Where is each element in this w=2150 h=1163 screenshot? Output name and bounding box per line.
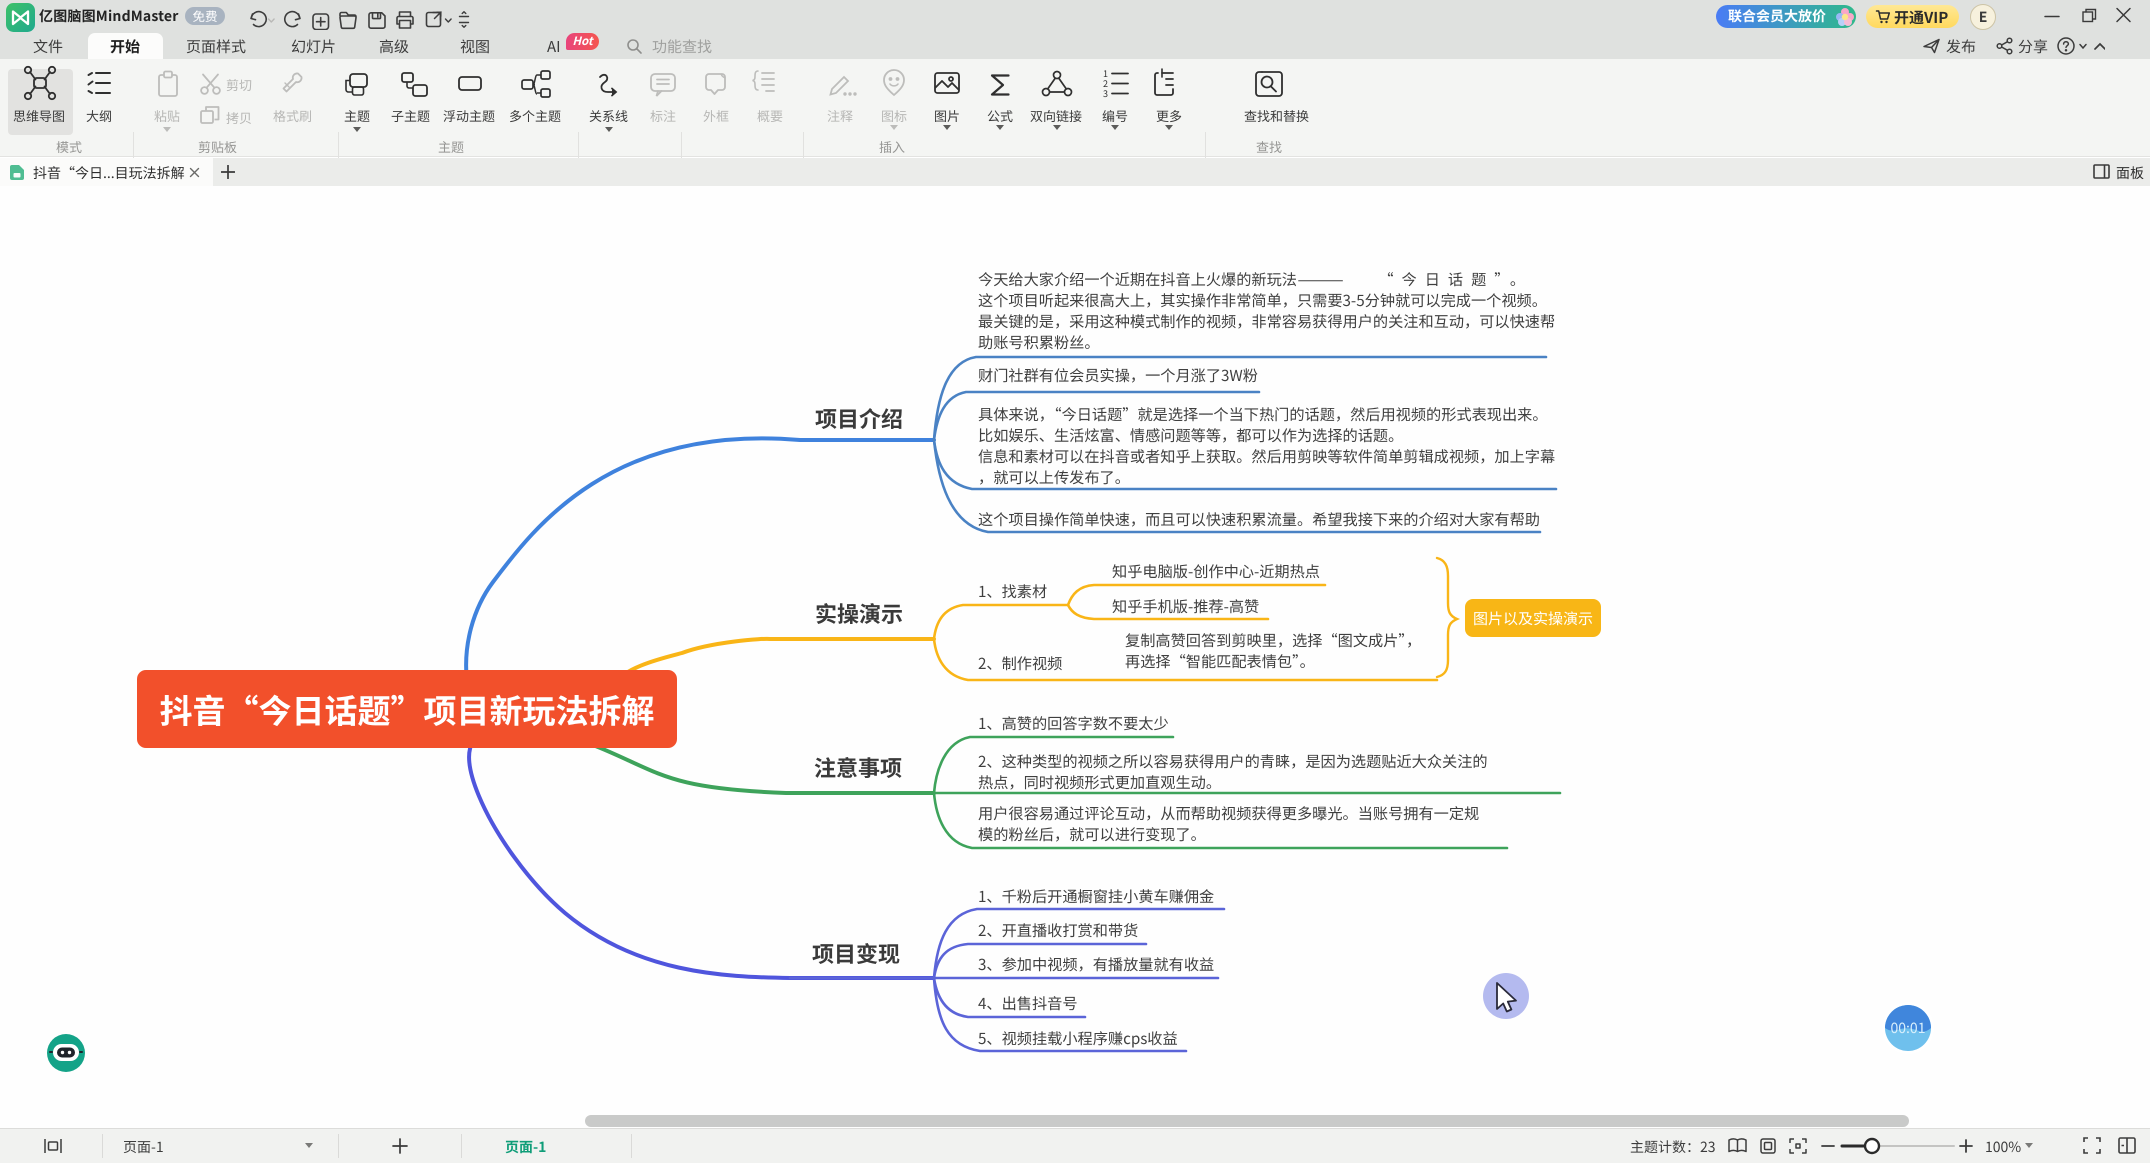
svg-text:00:01: 00:01 [1891,1018,1926,1038]
svg-text:3: 3 [1103,87,1108,100]
